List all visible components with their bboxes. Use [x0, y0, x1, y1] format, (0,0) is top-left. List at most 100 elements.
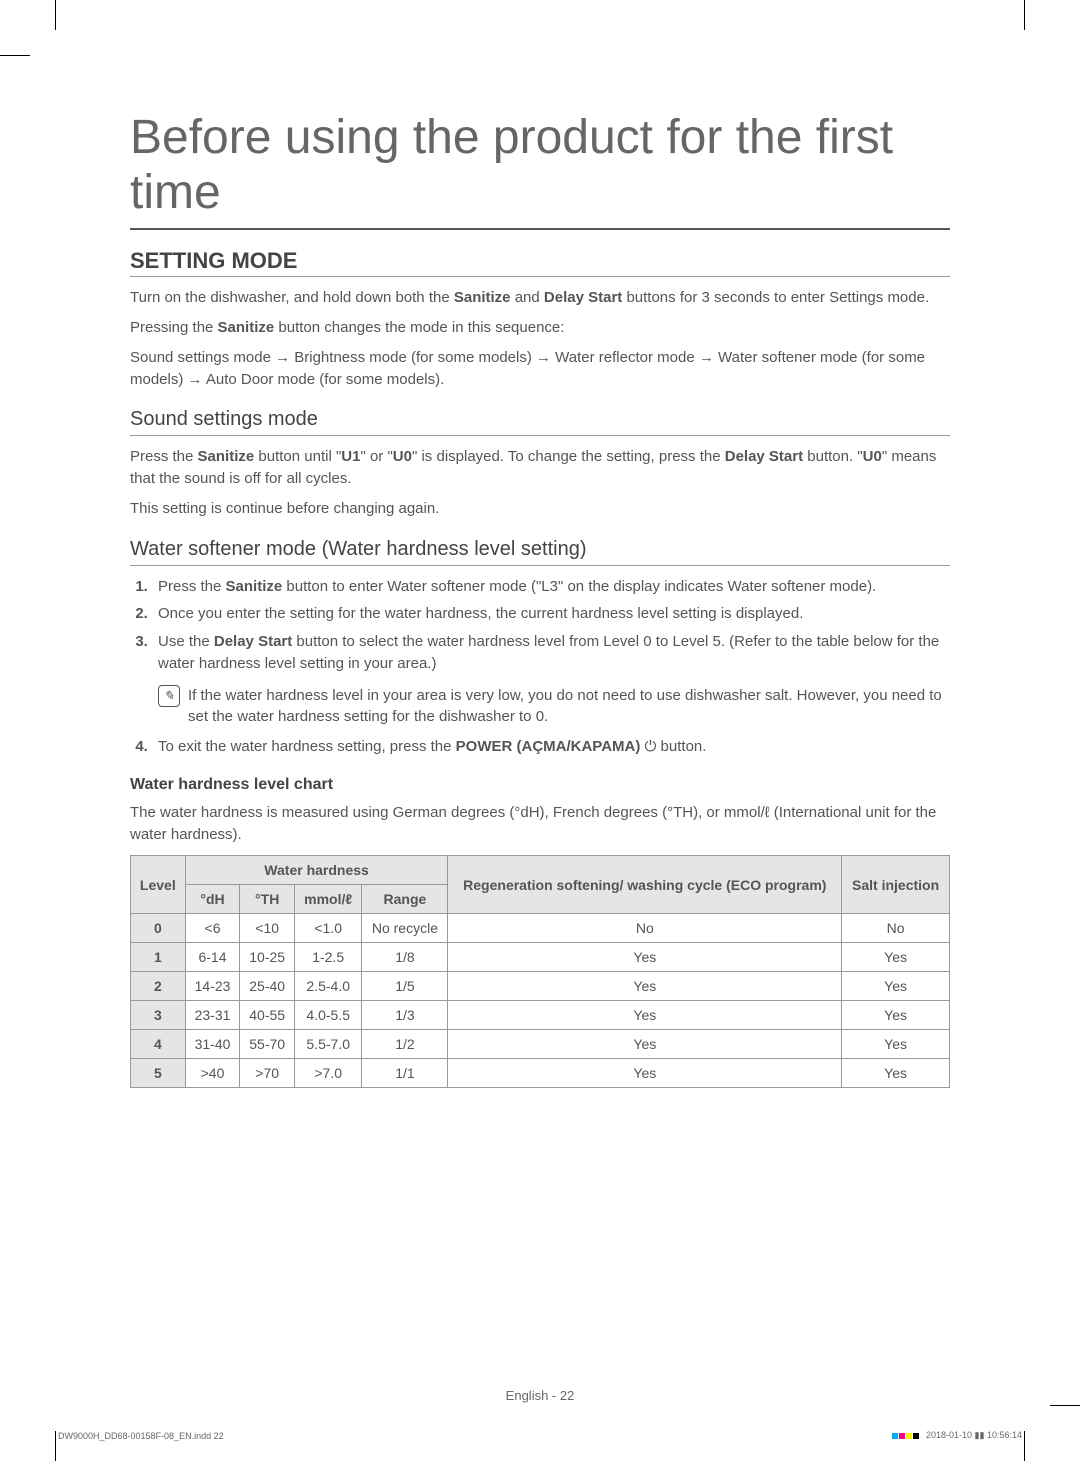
cell-level: 3	[131, 1001, 186, 1030]
cell-dh: 31-40	[185, 1030, 240, 1059]
crop-mark	[55, 0, 56, 30]
th-regen: Regeneration softening/ washing cycle (E…	[448, 856, 842, 914]
setting-mode-para1: Turn on the dishwasher, and hold down bo…	[130, 287, 950, 309]
hardness-chart-desc: The water hardness is measured using Ger…	[130, 802, 950, 846]
cell-regen: Yes	[448, 1030, 842, 1059]
cell-range: 1/2	[362, 1030, 448, 1059]
crop-mark	[1050, 1405, 1080, 1406]
cell-th: <10	[240, 914, 295, 943]
cell-th: 10-25	[240, 943, 295, 972]
bold-text: Delay Start	[544, 289, 622, 306]
text: Press the	[130, 448, 198, 465]
cell-mmol: >7.0	[295, 1059, 362, 1088]
water-softener-heading: Water softener mode (Water hardness leve…	[130, 538, 950, 566]
th-mmol: mmol/ℓ	[295, 885, 362, 914]
text: Pressing the	[130, 319, 218, 336]
cell-level: 0	[131, 914, 186, 943]
th-level: Level	[131, 856, 186, 914]
bold-text: Delay Start	[725, 448, 803, 465]
crop-mark	[55, 1431, 56, 1461]
cell-salt: Yes	[842, 943, 950, 972]
cell-dh: <6	[185, 914, 240, 943]
text: button. "	[803, 448, 863, 465]
table-row: 3 23-31 40-55 4.0-5.5 1/3 Yes Yes	[131, 1001, 950, 1030]
text: " is displayed. To change the setting, p…	[412, 448, 725, 465]
sound-settings-para2: This setting is continue before changing…	[130, 498, 950, 520]
crop-mark	[0, 55, 30, 56]
bold-text: U0	[863, 448, 882, 465]
footer-timestamp: 2018-01-10 ▮▮ 10:56:14	[892, 1430, 1023, 1441]
text: button changes the mode in this sequence…	[274, 319, 564, 336]
cell-salt: Yes	[842, 1030, 950, 1059]
cell-th: >70	[240, 1059, 295, 1088]
cell-th: 55-70	[240, 1030, 295, 1059]
cell-regen: Yes	[448, 972, 842, 1001]
page-title: Before using the product for the first t…	[130, 110, 950, 230]
cell-mmol: 1-2.5	[295, 943, 362, 972]
color-chip	[899, 1433, 905, 1439]
sound-settings-para1: Press the Sanitize button until "U1" or …	[130, 446, 950, 490]
text: button to enter Water softener mode ("L3…	[282, 578, 876, 595]
bold-text: Sanitize	[454, 289, 511, 306]
setting-mode-sequence: Sound settings mode → Brightness mode (f…	[130, 347, 950, 391]
text: Turn on the dishwasher, and hold down bo…	[130, 289, 454, 306]
cell-level: 2	[131, 972, 186, 1001]
list-item: Use the Delay Start button to select the…	[152, 631, 950, 675]
cell-salt: Yes	[842, 1059, 950, 1088]
table-row: 5 >40 >70 >7.0 1/1 Yes Yes	[131, 1059, 950, 1088]
cell-range: No recycle	[362, 914, 448, 943]
th-range: Range	[362, 885, 448, 914]
bold-text: U1	[341, 448, 360, 465]
cell-th: 25-40	[240, 972, 295, 1001]
table-row: 1 6-14 10-25 1-2.5 1/8 Yes Yes	[131, 943, 950, 972]
bold-text: POWER (AÇMA/KAPAMA)	[456, 738, 641, 755]
text: To exit the water hardness setting, pres…	[158, 738, 456, 755]
text: " or "	[360, 448, 392, 465]
footer-date-text: 2018-01-10 ▮▮ 10:56:14	[926, 1430, 1022, 1440]
water-softener-steps: Press the Sanitize button to enter Water…	[130, 576, 950, 675]
text: Press the	[158, 578, 226, 595]
hardness-table: Level Water hardness Regeneration soften…	[130, 855, 950, 1088]
cell-salt: Yes	[842, 1001, 950, 1030]
table-row: 0 <6 <10 <1.0 No recycle No No	[131, 914, 950, 943]
hardness-chart-heading: Water hardness level chart	[130, 776, 950, 794]
note-box: ✎ If the water hardness level in your ar…	[158, 685, 950, 729]
cell-level: 5	[131, 1059, 186, 1088]
th-salt: Salt injection	[842, 856, 950, 914]
cell-mmol: <1.0	[295, 914, 362, 943]
th-water-hardness: Water hardness	[185, 856, 448, 885]
water-softener-steps-cont: To exit the water hardness setting, pres…	[130, 736, 950, 758]
color-chip	[906, 1433, 912, 1439]
table-row: 2 14-23 25-40 2.5-4.0 1/5 Yes Yes	[131, 972, 950, 1001]
color-chip	[892, 1433, 898, 1439]
note-text: If the water hardness level in your area…	[188, 685, 950, 729]
crop-mark	[1024, 0, 1025, 30]
sound-settings-heading: Sound settings mode	[130, 408, 950, 436]
crop-mark	[1024, 1431, 1025, 1461]
text: buttons for 3 seconds to enter Settings …	[622, 289, 929, 306]
setting-mode-para2: Pressing the Sanitize button changes the…	[130, 317, 950, 339]
cell-regen: Yes	[448, 1001, 842, 1030]
cell-regen: Yes	[448, 1059, 842, 1088]
cell-range: 1/1	[362, 1059, 448, 1088]
list-item: To exit the water hardness setting, pres…	[152, 736, 950, 758]
cell-dh: >40	[185, 1059, 240, 1088]
bold-text: Sanitize	[198, 448, 255, 465]
text: ⏻ button.	[640, 738, 706, 755]
list-item: Press the Sanitize button to enter Water…	[152, 576, 950, 598]
cell-th: 40-55	[240, 1001, 295, 1030]
cell-mmol: 4.0-5.5	[295, 1001, 362, 1030]
cell-salt: Yes	[842, 972, 950, 1001]
bold-text: Delay Start	[214, 633, 292, 650]
setting-mode-heading: SETTING MODE	[130, 248, 950, 277]
th-dh: °dH	[185, 885, 240, 914]
note-icon: ✎	[158, 685, 180, 707]
cell-level: 1	[131, 943, 186, 972]
table-row: 4 31-40 55-70 5.5-7.0 1/2 Yes Yes	[131, 1030, 950, 1059]
cell-dh: 14-23	[185, 972, 240, 1001]
table-header-row: Level Water hardness Regeneration soften…	[131, 856, 950, 885]
cell-level: 4	[131, 1030, 186, 1059]
footer-filename: DW9000H_DD68-00158F-08_EN.indd 22	[58, 1431, 224, 1441]
text: button until "	[254, 448, 341, 465]
cell-dh: 6-14	[185, 943, 240, 972]
